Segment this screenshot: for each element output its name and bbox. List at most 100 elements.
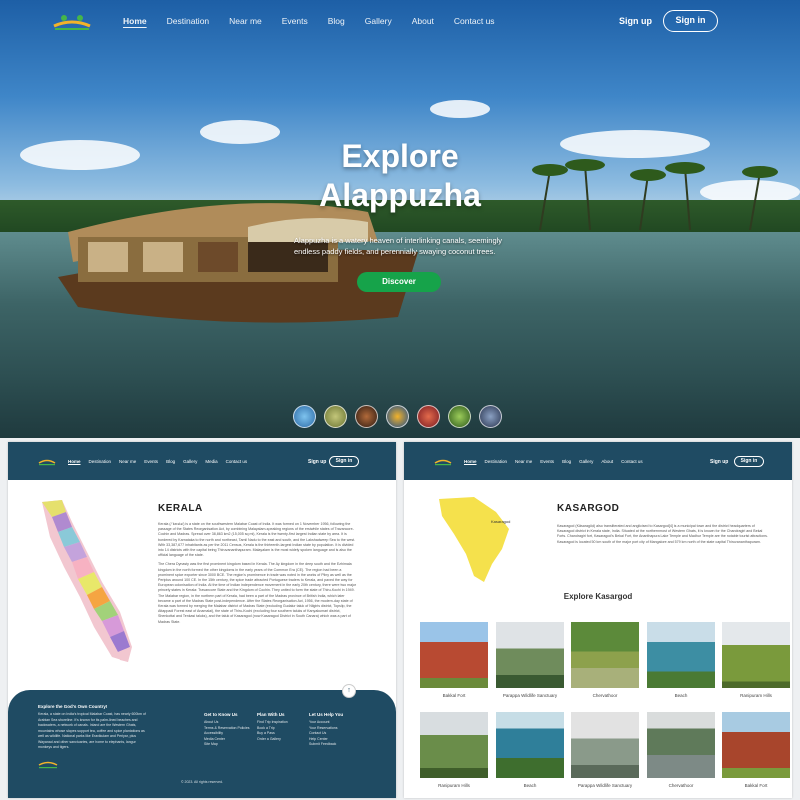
gallery-card[interactable]: Beach [647, 622, 715, 698]
gallery-card[interactable]: Bakkal Fort [722, 712, 790, 788]
kerala-title: KERALA [158, 503, 203, 514]
gallery-label: Bakkal Fort [744, 783, 768, 788]
thumbnail-7[interactable] [479, 405, 502, 428]
site-footer: Explore the God's Own Country! Kerala, a… [8, 690, 396, 798]
footer-link[interactable]: Submit Feedback [309, 742, 343, 748]
footer-col-plan: Plan With Us Find Trip Inspiration Book … [257, 712, 288, 742]
cloud [200, 120, 280, 144]
footer-col1-title: Get to Know Us [204, 712, 238, 717]
gallery-label: Ranipuram Hills [740, 693, 772, 698]
nav-gallery[interactable]: Gallery [365, 16, 392, 26]
gallery-card[interactable]: Chervathoor [647, 712, 715, 788]
gallery-label: Chervathoor [592, 693, 618, 698]
nav-events[interactable]: Events [540, 459, 554, 464]
nav-home[interactable]: Home [68, 459, 81, 464]
nav-events[interactable]: Events [144, 459, 158, 464]
nav-blog[interactable]: Blog [562, 459, 571, 464]
kerala-logo[interactable] [38, 455, 56, 466]
nav-blog[interactable]: Blog [328, 16, 345, 26]
nav-contact[interactable]: Contact us [226, 459, 248, 464]
map-label: Kasaragod [491, 519, 511, 524]
gallery-label: Parappa Wildlife Sanctuary [577, 783, 633, 788]
kerala-logo[interactable] [434, 455, 452, 466]
gallery-card[interactable]: Bakkal Fort [420, 622, 488, 698]
footer-col-help: Let Us Help You Your Account Your Reserv… [309, 712, 343, 748]
nav-about[interactable]: About [601, 459, 613, 464]
footer-col-know-us: Get to Know Us About Us Terms & Reservat… [204, 712, 250, 748]
destination-thumbnails [293, 405, 502, 428]
kasargod-nav-links: Home Destination Near me Events Blog Gal… [464, 459, 651, 464]
nav-home[interactable]: Home [123, 16, 147, 26]
thumbnail-5[interactable] [417, 405, 440, 428]
signin-button[interactable]: Sign in [663, 10, 718, 32]
hero-title-line1: Explore [341, 138, 459, 174]
thumbnail-1[interactable] [293, 405, 316, 428]
palm-trees [532, 159, 778, 230]
nav-links: Home Destination Near me Events Blog Gal… [123, 16, 515, 26]
gallery-card[interactable]: Beach [496, 712, 564, 788]
kerala-para-1: Kerala (/ˈkɛrələ/) is a state on the sou… [158, 522, 356, 558]
gallery-image [647, 622, 715, 688]
nav-blog[interactable]: Blog [166, 459, 175, 464]
nav-destination[interactable]: Destination [167, 16, 210, 26]
footer-about: Explore the God's Own Country! Kerala, a… [38, 704, 148, 774]
gallery-image [496, 622, 564, 688]
nav-media[interactable]: Media [205, 459, 217, 464]
thumbnail-3[interactable] [355, 405, 378, 428]
footer-col2-title: Plan With Us [257, 712, 285, 717]
hero-section: Home Destination Near me Events Blog Gal… [0, 0, 800, 438]
gallery-label: Bakkal Fort [442, 693, 466, 698]
gallery-label: Chervathoor [668, 783, 694, 788]
gallery-label: Ranipuram Hills [438, 783, 470, 788]
nav-near-me[interactable]: Near me [119, 459, 136, 464]
nav-contact[interactable]: Contact us [454, 16, 495, 26]
nav-destination[interactable]: Destination [485, 459, 508, 464]
kasargod-description: Kasaragod (Kāsaragōḍ) also transliterate… [557, 524, 768, 544]
kerala-logo[interactable] [52, 10, 92, 32]
footer-heading: Explore the God's Own Country! [38, 704, 108, 709]
gallery-card[interactable]: Parappa Wildlife Sanctuary [496, 622, 564, 698]
signin-button[interactable]: Sign in [329, 456, 359, 467]
thumbnail-4[interactable] [386, 405, 409, 428]
cloud [430, 100, 490, 118]
nav-home[interactable]: Home [464, 459, 477, 464]
gallery-card[interactable]: Ranipuram Hills [420, 712, 488, 788]
nav-near-me[interactable]: Near me [229, 16, 262, 26]
nav-about[interactable]: About [412, 16, 434, 26]
footer-col3-title: Let Us Help You [309, 712, 344, 717]
nav-events[interactable]: Events [282, 16, 308, 26]
signup-link[interactable]: Sign up [710, 459, 728, 465]
gallery-card[interactable]: Ranipuram Hills [722, 622, 790, 698]
discover-button[interactable]: Discover [357, 272, 441, 292]
top-navbar: Home Destination Near me Events Blog Gal… [0, 0, 800, 44]
thumbnail-6[interactable] [448, 405, 471, 428]
footer-logo [38, 761, 58, 768]
nav-contact[interactable]: Contact us [621, 459, 643, 464]
gallery-image [722, 712, 790, 778]
signup-link[interactable]: Sign up [619, 16, 652, 26]
gallery-image [722, 622, 790, 688]
footer-link[interactable]: Order a Gallery [257, 737, 288, 743]
kerala-para-2: The Chera Dynasty was the first prominen… [158, 562, 357, 624]
nav-gallery[interactable]: Gallery [579, 459, 593, 464]
gallery-label: Beach [523, 783, 537, 788]
kasargod-navbar: Home Destination Near me Events Blog Gal… [404, 442, 792, 480]
nav-gallery[interactable]: Gallery [183, 459, 197, 464]
nav-near-me[interactable]: Near me [515, 459, 532, 464]
gallery-image [420, 622, 488, 688]
kerala-page-preview: Home Destination Near me Events Blog Gal… [8, 442, 396, 798]
gallery-card[interactable]: Parappa Wildlife Sanctuary [571, 712, 639, 788]
explore-heading: Explore Kasargod [563, 592, 633, 601]
nav-destination[interactable]: Destination [89, 459, 112, 464]
signin-button[interactable]: Sign in [734, 456, 764, 467]
hero-subtitle: Alappuzha is a watery heaven of interlin… [294, 236, 503, 256]
thumbnail-2[interactable] [324, 405, 347, 428]
cloud [20, 140, 140, 170]
footer-link[interactable]: Site Map [204, 742, 250, 748]
gallery-card[interactable]: Chervathoor [571, 622, 639, 698]
kerala-navbar: Home Destination Near me Events Blog Gal… [8, 442, 396, 480]
signup-link[interactable]: Sign up [308, 459, 326, 465]
scroll-top-button[interactable]: ↑ [342, 684, 356, 698]
gallery-image [496, 712, 564, 778]
gallery-image [647, 712, 715, 778]
